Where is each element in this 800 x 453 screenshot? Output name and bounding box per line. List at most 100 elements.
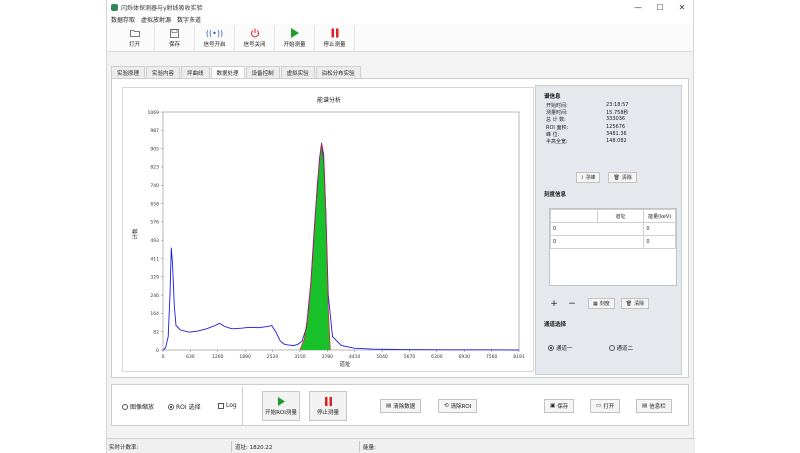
open-bottom-button[interactable]: ▭ 打开	[590, 399, 621, 413]
info-value: 148.082	[606, 137, 627, 144]
open-label: 打开	[128, 42, 140, 48]
table-row[interactable]: 0 0	[549, 235, 676, 249]
info-key: 半高全宽:	[546, 138, 568, 145]
info-bar-button[interactable]: ▤ 信息栏	[636, 399, 672, 413]
status-bar: 实时计数率: 道址: 1820.22 能量:	[107, 438, 695, 453]
remove-row-button[interactable]: −	[566, 299, 578, 309]
open-bottom-label: 打开	[603, 404, 615, 410]
log-checkbox[interactable]: Log	[218, 402, 237, 409]
save-button[interactable]: 保存	[155, 24, 195, 51]
info-row-roi-area: ROI 面积: 125676	[546, 124, 681, 131]
roi-fill-area	[299, 142, 331, 350]
clear-peak-button[interactable]: 🗑 清除	[608, 172, 637, 183]
info-icon: ▤	[642, 403, 648, 409]
tab-bar: 实验原理 实验内容 坪曲线 数据处理 设备控制 虚拟实验 泊松分布实验	[111, 66, 361, 78]
tab-poisson[interactable]: 泊松分布实验	[315, 66, 361, 78]
add-row-button[interactable]: +	[548, 299, 560, 309]
tab-principle[interactable]: 实验原理	[111, 66, 146, 78]
stop-measure-bottom-button[interactable]: 停止测量	[309, 391, 347, 421]
clear-calibration-button[interactable]: 🗑 清除	[620, 298, 650, 309]
start-measure-label: 开始测量	[283, 42, 306, 48]
x-tick-label: 1890	[239, 354, 251, 360]
calibrate-button[interactable]: ▦ 刻度	[588, 298, 615, 309]
col-energy: 能量(keV)	[643, 209, 676, 223]
y-tick-label: 1069	[148, 110, 160, 116]
signal-off-button[interactable]: 信号关闭	[235, 24, 275, 51]
y-tick-label: 411	[150, 256, 159, 262]
refresh-icon: ⟲	[444, 403, 449, 409]
y-tick-label: 823	[150, 165, 159, 171]
x-tick-label: 4410	[349, 354, 361, 360]
chart-title: 能谱分析	[317, 96, 341, 104]
x-tick-label: 5670	[404, 354, 416, 360]
maximize-button[interactable]: ☐	[649, 0, 671, 14]
stop-measure-bottom-label: 停止测量	[316, 409, 339, 416]
title-bar: 闪烁体探测器与γ射线吸收实验 — ☐ ✕	[107, 0, 693, 14]
minimize-button[interactable]: —	[627, 0, 649, 14]
start-roi-button[interactable]: 开始ROI测量	[262, 391, 300, 421]
zoom-radio[interactable]: 图像缩放	[122, 402, 154, 411]
y-tick-label: 164	[150, 311, 159, 317]
find-peak-icon: ⌇	[581, 174, 584, 181]
divider	[231, 441, 232, 452]
y-tick-label: 740	[150, 183, 159, 189]
tab-content[interactable]: 实验内容	[146, 66, 181, 78]
spectrum-info-title: 谱信息	[544, 94, 561, 100]
find-peak-button[interactable]: ⌇ 寻峰	[576, 172, 601, 183]
tab-data-processing[interactable]: 数据处理	[210, 66, 245, 78]
cell-energy[interactable]: 0	[643, 222, 676, 236]
menu-virtual-source[interactable]: 虚拟放射源	[141, 15, 171, 24]
clear-roi-button[interactable]: ⟲ 清除ROI	[438, 399, 478, 413]
y-tick-label: 493	[150, 238, 159, 244]
divider	[242, 387, 243, 425]
power-icon	[250, 27, 260, 39]
stop-measure-button[interactable]: 停止测量	[315, 24, 355, 51]
cell-energy[interactable]: 0	[643, 235, 676, 249]
spectrum-chart[interactable]: 能谱分析 道址 计数 0 82 164 246 329 411 493 576 658 740 82…	[123, 88, 535, 373]
trash-icon: 🗑	[625, 300, 633, 307]
info-row-measure-time: 测量时间: 15.758秒	[546, 109, 681, 116]
tab-plateau[interactable]: 坪曲线	[181, 66, 210, 78]
channel-two-radio[interactable]: 通道二	[608, 344, 633, 352]
play-icon	[277, 396, 286, 408]
x-axis-label: 道址	[339, 360, 351, 368]
signal-on-button[interactable]: ((•)) 信号开启	[195, 24, 235, 51]
info-value: 125676	[606, 123, 626, 130]
app-window: 闪烁体探测器与γ射线吸收实验 — ☐ ✕ 数据存取 虚拟放射源 数字多道 打开 …	[106, 0, 695, 453]
x-tick-label: 6930	[459, 354, 471, 360]
tab-device-control[interactable]: 设备控制	[245, 66, 280, 78]
find-peak-label: 寻峰	[585, 175, 596, 181]
y-tick-label: 246	[150, 293, 159, 299]
clear-calibration-label: 清除	[634, 301, 645, 307]
clear-data-button[interactable]: ▤ 清除数据	[380, 399, 422, 413]
channel-one-radio[interactable]: 通道一	[548, 344, 573, 352]
info-key: 峰 位:	[546, 131, 560, 138]
col-channel: 道址	[596, 209, 645, 223]
open-button[interactable]: 打开	[115, 24, 155, 51]
clear-data-icon: ▤	[386, 403, 392, 409]
channel-readout: 道址: 1820.22	[235, 445, 273, 451]
menu-data-access[interactable]: 数据存取	[111, 15, 135, 24]
save-bottom-button[interactable]: ▣ 保存	[544, 399, 575, 413]
table-header-row: 道址 能量(keV)	[550, 209, 676, 223]
tab-virtual-experiment[interactable]: 虚拟实验	[280, 66, 315, 78]
signal-icon: ((•))	[205, 28, 224, 38]
cell-channel[interactable]: 0	[549, 222, 645, 236]
calibration-table[interactable]: 道址 能量(keV) 0 0 0 0	[549, 208, 677, 286]
y-tick-label: 576	[150, 220, 159, 226]
trash-icon: 🗑	[613, 174, 620, 181]
clear-data-label: 清除数据	[393, 404, 416, 410]
start-roi-label: 开始ROI测量	[265, 409, 297, 416]
start-measure-button[interactable]: 开始测量	[275, 24, 315, 51]
roi-select-radio[interactable]: ROI 选择	[168, 402, 201, 411]
clear-peak-label: 清除	[621, 175, 632, 181]
cell-channel[interactable]: 0	[549, 235, 645, 249]
close-button[interactable]: ✕	[671, 0, 693, 14]
info-key: 总 计 数:	[546, 117, 566, 124]
save-icon: ▣	[550, 403, 556, 409]
y-tick-label: 82	[153, 329, 159, 335]
y-tick-label: 329	[150, 275, 159, 281]
table-row[interactable]: 0 0	[549, 222, 676, 236]
info-value: 23:18:57	[606, 102, 629, 108]
menu-digital-mca[interactable]: 数字多道	[177, 15, 201, 24]
